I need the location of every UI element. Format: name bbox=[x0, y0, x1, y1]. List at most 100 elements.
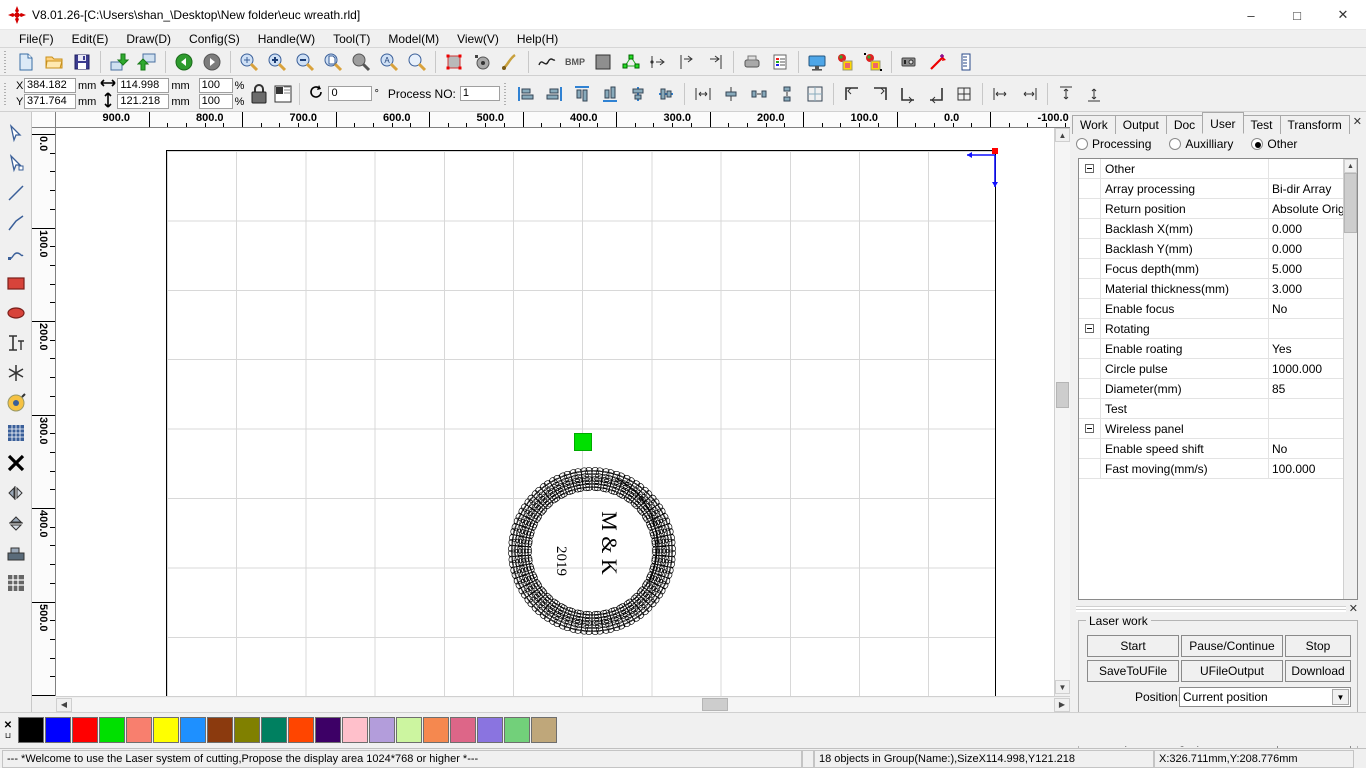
vertical-ruler[interactable]: 0.0100.0200.0300.0400.0500.0600.0 bbox=[32, 128, 56, 696]
menu-view[interactable]: View(V) bbox=[448, 31, 508, 47]
bitmap-tool[interactable] bbox=[2, 418, 30, 448]
palette-close-icon[interactable]: ✕ ⊔ bbox=[0, 713, 16, 747]
color-swatch[interactable] bbox=[126, 716, 152, 743]
fill-icon[interactable] bbox=[589, 49, 617, 75]
radio-processing[interactable] bbox=[1076, 138, 1088, 150]
maximize-button[interactable]: □ bbox=[1274, 0, 1320, 30]
color-swatch[interactable] bbox=[261, 716, 287, 743]
horizontal-scrollbar[interactable]: ◀ ▶ bbox=[56, 696, 1070, 712]
zoom-all-icon[interactable]: A bbox=[375, 49, 403, 75]
mirror-h-tool[interactable] bbox=[2, 478, 30, 508]
color-swatch[interactable] bbox=[504, 716, 530, 743]
work-area[interactable]: M & K 2019 bbox=[166, 148, 998, 696]
drawing-canvas[interactable]: M & K 2019 bbox=[56, 128, 1070, 696]
toolbar-grip[interactable] bbox=[2, 50, 9, 73]
color-swatch[interactable] bbox=[369, 716, 395, 743]
star-tool[interactable] bbox=[2, 358, 30, 388]
property-row[interactable]: Test bbox=[1079, 399, 1357, 419]
dist-v-icon[interactable] bbox=[717, 81, 745, 107]
grid-tool[interactable] bbox=[2, 568, 30, 598]
propgrid-scroll-up[interactable]: ▲ bbox=[1344, 159, 1357, 173]
position-reference-icon[interactable] bbox=[271, 80, 295, 108]
size-h2-icon[interactable] bbox=[1015, 81, 1043, 107]
property-row[interactable]: Return position Absolute Origin bbox=[1079, 199, 1357, 219]
position-combo[interactable]: Current position ▼ bbox=[1179, 687, 1351, 707]
color-swatch[interactable] bbox=[99, 716, 125, 743]
color-swatch[interactable] bbox=[342, 716, 368, 743]
dist-h-icon[interactable] bbox=[689, 81, 717, 107]
property-row[interactable]: Array processing Bi-dir Array bbox=[1079, 179, 1357, 199]
color-swatch[interactable] bbox=[477, 716, 503, 743]
splitter-close-icon[interactable]: ✕ bbox=[1349, 602, 1358, 615]
seek-point-icon[interactable] bbox=[701, 49, 729, 75]
zoom-page-icon[interactable] bbox=[319, 49, 347, 75]
mirror-v-tool[interactable] bbox=[2, 508, 30, 538]
color-swatch[interactable] bbox=[234, 716, 260, 743]
radio-auxilliary[interactable] bbox=[1169, 138, 1182, 150]
scale-x-input[interactable]: 100 bbox=[198, 78, 233, 93]
process-no-input[interactable]: 1 bbox=[459, 86, 500, 101]
dist-grid-icon[interactable] bbox=[801, 81, 829, 107]
y-input[interactable]: 371.764 bbox=[24, 94, 76, 109]
pause-continue-button[interactable]: Pause/Continue bbox=[1181, 635, 1283, 657]
splitter-grip[interactable] bbox=[1076, 606, 1346, 612]
vertical-scroll-thumb[interactable] bbox=[1056, 382, 1069, 408]
scroll-up-arrow[interactable]: ▲ bbox=[1055, 128, 1070, 142]
save-to-ufile-button[interactable]: SaveToUFile bbox=[1087, 660, 1179, 682]
horizontal-ruler[interactable]: 900.0 800.0 700.0 600.0 500.0 400.0 300.0 200.0… bbox=[56, 112, 1070, 128]
collapse-icon[interactable] bbox=[1079, 159, 1101, 178]
tab-test[interactable]: Test bbox=[1242, 115, 1281, 134]
collapse-icon[interactable] bbox=[1079, 319, 1101, 338]
corner-tr-icon[interactable] bbox=[866, 81, 894, 107]
align-toolbar-grip[interactable] bbox=[501, 82, 509, 105]
horizontal-scroll-thumb[interactable] bbox=[702, 697, 728, 711]
panel-splitter[interactable]: ✕ bbox=[1076, 602, 1358, 615]
group-icon[interactable] bbox=[831, 49, 859, 75]
device-icon[interactable] bbox=[896, 49, 924, 75]
array-icon[interactable] bbox=[617, 49, 645, 75]
lock-ratio-icon[interactable] bbox=[247, 80, 271, 108]
property-row[interactable]: Focus depth(mm) 5.000 bbox=[1079, 259, 1357, 279]
stop-button[interactable]: Stop bbox=[1285, 635, 1351, 657]
download-button[interactable]: Download bbox=[1285, 660, 1351, 682]
set-origin-icon[interactable] bbox=[468, 49, 496, 75]
preview-icon[interactable] bbox=[803, 49, 831, 75]
curve-smooth-icon[interactable] bbox=[533, 49, 561, 75]
tab-user[interactable]: User bbox=[1202, 112, 1244, 134]
align-center-v-icon[interactable] bbox=[652, 81, 680, 107]
tab-work[interactable]: Work bbox=[1072, 115, 1116, 134]
property-row[interactable]: Enable roating Yes bbox=[1079, 339, 1357, 359]
ufile-output-button[interactable]: UFileOutput bbox=[1181, 660, 1283, 682]
size-h-icon[interactable] bbox=[987, 81, 1015, 107]
scroll-left-arrow[interactable]: ◀ bbox=[56, 697, 72, 712]
zoom-out-icon[interactable] bbox=[291, 49, 319, 75]
close-button[interactable]: ✕ bbox=[1320, 0, 1366, 30]
menu-handle[interactable]: Handle(W) bbox=[249, 31, 324, 47]
platform-tool[interactable] bbox=[2, 538, 30, 568]
measure-icon[interactable] bbox=[952, 49, 980, 75]
color-swatch[interactable] bbox=[531, 716, 557, 743]
scroll-right-arrow[interactable]: ▶ bbox=[1054, 697, 1070, 712]
property-row[interactable]: Material thickness(mm) 3.000 bbox=[1079, 279, 1357, 299]
print-icon[interactable] bbox=[738, 49, 766, 75]
export-image-icon[interactable] bbox=[133, 49, 161, 75]
delete-tool[interactable] bbox=[2, 448, 30, 478]
start-button[interactable]: Start bbox=[1087, 635, 1179, 657]
width-input[interactable]: 114.998 bbox=[117, 78, 170, 93]
panel-close-icon[interactable]: ✕ bbox=[1353, 115, 1362, 128]
property-row[interactable]: Diameter(mm) 85 bbox=[1079, 379, 1357, 399]
property-row[interactable]: Circle pulse 1000.000 bbox=[1079, 359, 1357, 379]
menu-model[interactable]: Model(M) bbox=[379, 31, 448, 47]
property-group-row[interactable]: Other bbox=[1079, 159, 1357, 179]
redo-icon[interactable] bbox=[198, 49, 226, 75]
property-grid-scrollbar[interactable]: ▲ bbox=[1343, 159, 1357, 599]
menu-help[interactable]: Help(H) bbox=[508, 31, 567, 47]
new-file-icon[interactable] bbox=[12, 49, 40, 75]
undo-icon[interactable] bbox=[170, 49, 198, 75]
color-swatch[interactable] bbox=[396, 716, 422, 743]
rotate-input[interactable]: 0 bbox=[328, 86, 373, 101]
coord-toolbar-grip[interactable] bbox=[2, 82, 9, 105]
property-row[interactable]: Fast moving(mm/s) 100.000 bbox=[1079, 459, 1357, 479]
menu-draw[interactable]: Draw(D) bbox=[117, 31, 180, 47]
minus-box-icon[interactable] bbox=[1085, 324, 1094, 333]
